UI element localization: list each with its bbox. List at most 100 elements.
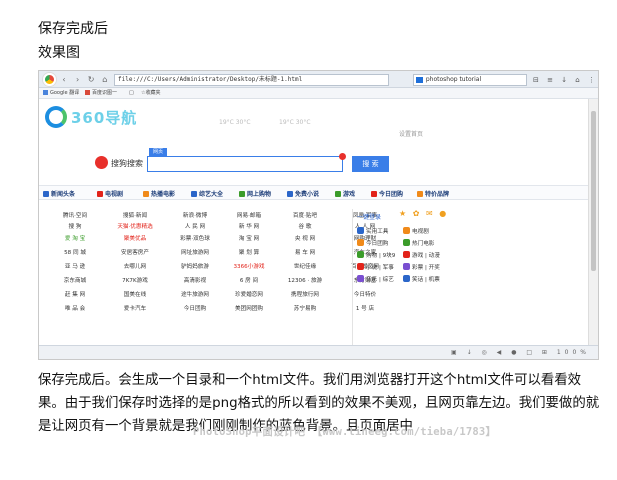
- site-link[interactable]: 彩票·双色球: [167, 235, 223, 243]
- site-link[interactable]: 12306 · 旅游: [277, 277, 333, 285]
- site-link[interactable]: 今日团购: [167, 305, 223, 313]
- site-link[interactable]: 聚 划 算: [221, 249, 277, 257]
- site-link[interactable]: 6 房 间: [221, 277, 277, 285]
- site-link[interactable]: 去哪儿网: [107, 263, 163, 271]
- category-item[interactable]: 电视剧: [97, 189, 123, 198]
- set-homepage-link[interactable]: 设置首页: [399, 129, 423, 138]
- category-item[interactable]: 免费小说: [287, 189, 319, 198]
- site-link[interactable]: 唯 品 会: [47, 305, 103, 313]
- site-link[interactable]: 赶 集 网: [47, 291, 103, 299]
- panel-link[interactable]: 音乐 | 综艺: [357, 275, 394, 283]
- reload-button[interactable]: ↻: [86, 75, 97, 84]
- panel-link[interactable]: 电视剧: [403, 227, 429, 235]
- site-link[interactable]: 7K7K游戏: [107, 277, 163, 285]
- panel-link[interactable]: 实用工具: [357, 227, 388, 235]
- photoshop-icon: [415, 76, 423, 83]
- site-link[interactable]: 天猫·优惠精选: [107, 223, 163, 231]
- novel-icon: [287, 191, 293, 197]
- site-link[interactable]: 安居客房产: [107, 249, 163, 257]
- panel-link[interactable]: 小说 | 军事: [357, 263, 394, 271]
- panel-link-icon: [403, 227, 410, 234]
- site-link[interactable]: 苏宁易购: [277, 305, 333, 313]
- site-link[interactable]: 搜 狗: [47, 223, 103, 231]
- site-link[interactable]: 国美在线: [107, 291, 163, 299]
- site-link[interactable]: 网址旅游网: [167, 249, 223, 257]
- search-engine-label: 搜狗搜索: [111, 159, 143, 168]
- forward-button[interactable]: ›: [72, 75, 83, 84]
- site-link[interactable]: 新 华 网: [221, 223, 277, 231]
- site-link[interactable]: 网易·邮箱: [221, 212, 277, 220]
- site-link[interactable]: 爱 淘 宝: [47, 235, 103, 243]
- brand-icon: [417, 191, 423, 197]
- site-link[interactable]: 世纪佳缘: [277, 263, 333, 271]
- site-link[interactable]: 驴妈妈旅游: [167, 263, 223, 271]
- category-item[interactable]: 新闻头条: [43, 189, 75, 198]
- site-link[interactable]: 珍爱婚恋网: [221, 291, 277, 299]
- category-item[interactable]: 游戏: [335, 189, 355, 198]
- address-bar[interactable]: file:///C:/Users/Administrator/Desktop/未…: [114, 73, 389, 86]
- home-button[interactable]: ⌂: [99, 75, 110, 84]
- search-button[interactable]: 搜 索: [352, 156, 389, 172]
- panel-link-icon: [357, 239, 364, 246]
- category-bar: 新闻头条 电视剧 热播电影 综艺大全 网上购物 免费小说 游戏 今日团购 特价品…: [39, 185, 590, 200]
- category-item[interactable]: 网上购物: [239, 189, 271, 198]
- watermark: PhotoShop平面设计吧 【www.lineeg.com/tieba/178…: [193, 426, 497, 438]
- site-link[interactable]: 58 同 城: [47, 249, 103, 257]
- bookmark-item[interactable]: □: [129, 88, 134, 99]
- site-link[interactable]: 京东商城: [47, 277, 103, 285]
- browser-screenshot: ‹ › ↻ ⌂ file:///C:/Users/Administrator/D…: [38, 70, 599, 360]
- vertical-scrollbar[interactable]: [588, 99, 598, 347]
- category-item[interactable]: 热播电影: [143, 189, 175, 198]
- scrollbar-thumb[interactable]: [591, 111, 596, 271]
- site-link[interactable]: 3366小游戏: [221, 263, 277, 271]
- panel-link-icon: [357, 251, 364, 258]
- bookmark-item[interactable]: Google 翻译: [43, 88, 79, 99]
- site-link[interactable]: 爱卡汽车: [107, 305, 163, 313]
- site-link[interactable]: 新浪·微博: [167, 212, 223, 220]
- navigation-bar: ‹ › ↻ ⌂ file:///C:/Users/Administrator/D…: [39, 71, 598, 88]
- panel-link[interactable]: 今日团购: [357, 239, 388, 247]
- panel-icons[interactable]: ★ ✿ ✉ ●: [399, 209, 448, 218]
- bookmark-item[interactable]: ☆收藏夹: [141, 88, 160, 99]
- site-link[interactable]: 淘 宝 网: [221, 235, 277, 243]
- panel-link[interactable]: 笑话 | 机票: [403, 275, 440, 283]
- site-link[interactable]: 聚美优品: [107, 235, 163, 243]
- site-link[interactable]: 谷 歌: [277, 223, 333, 231]
- panel-link-icon: [403, 239, 410, 246]
- back-button[interactable]: ‹: [59, 75, 70, 84]
- site-link[interactable]: 亚 马 逊: [47, 263, 103, 271]
- caption-line-2: 效果图: [38, 45, 80, 61]
- toolbar-icons[interactable]: ⊟ ≡ ↓ ⌂ ⋮: [533, 76, 598, 84]
- category-item[interactable]: 特价品牌: [417, 189, 449, 198]
- search-input[interactable]: [147, 153, 346, 172]
- site-link[interactable]: 百度·贴吧: [277, 212, 333, 220]
- bookmark-item[interactable]: 百度识图一: [85, 88, 117, 99]
- panel-link[interactable]: 彩票 | 开奖: [403, 263, 440, 271]
- panel-link-icon: [403, 251, 410, 258]
- clear-icon[interactable]: [339, 153, 346, 160]
- site-link[interactable]: 高清影视: [167, 277, 223, 285]
- browser-search-value: photoshop tutorial: [425, 75, 482, 83]
- movie-icon: [143, 191, 149, 197]
- web-page: 360导航 19°C 30°C 19°C 30°C 设置首页 搜狗搜索 网页 搜…: [39, 99, 590, 347]
- site-link[interactable]: 腾讯·空间: [47, 212, 103, 220]
- site-link[interactable]: 搜狐·新闻: [107, 212, 163, 220]
- site-link[interactable]: 途牛旅游网: [167, 291, 223, 299]
- panel-link-icon: [357, 227, 364, 234]
- site-link[interactable]: 央 视 网: [277, 235, 333, 243]
- site-link[interactable]: 易 车 网: [277, 249, 333, 257]
- site-link[interactable]: 携程旅行网: [277, 291, 333, 299]
- groupbuy-icon: [371, 191, 377, 197]
- one-click-login[interactable]: 一键登录: [357, 212, 381, 221]
- category-item[interactable]: 综艺大全: [191, 189, 223, 198]
- site-link[interactable]: 人 民 网: [167, 223, 223, 231]
- browser-search-box[interactable]: photoshop tutorial: [412, 73, 528, 86]
- variety-icon: [191, 191, 197, 197]
- panel-link[interactable]: 游戏 | 动漫: [403, 251, 440, 259]
- tv-icon: [97, 191, 103, 197]
- browser-logo-icon: [43, 73, 56, 86]
- panel-link[interactable]: 热门电影: [403, 239, 434, 247]
- category-item[interactable]: 今日团购: [371, 189, 403, 198]
- site-link[interactable]: 美团网团购: [221, 305, 277, 313]
- panel-link[interactable]: 购物 | 9块9: [357, 251, 395, 259]
